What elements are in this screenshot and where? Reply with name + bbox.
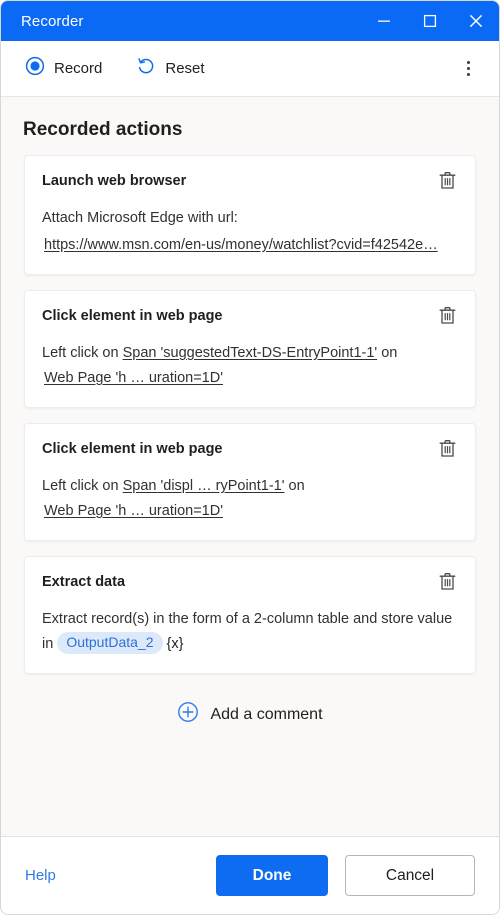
click-prefix-text: Left click on [42,345,123,361]
target-page-link[interactable]: Web Page 'h … uration=1D' [44,370,223,386]
record-button[interactable]: Record [15,50,112,87]
help-link[interactable]: Help [25,867,56,884]
add-comment-button[interactable]: Add a comment [24,689,476,732]
delete-action-button[interactable] [436,304,458,326]
card-header: Click element in web page [42,306,458,326]
card-header: Launch web browser [42,171,458,191]
click-suffix-text: on [377,345,398,361]
delete-action-button[interactable] [436,570,458,592]
action-card-click-element-1[interactable]: Click element in web page Left click on … [24,290,476,408]
card-title: Launch web browser [42,173,187,189]
trash-icon [439,439,455,457]
cancel-button[interactable]: Cancel [345,855,475,896]
variable-type-indicator: {x} [166,636,184,652]
record-label: Record [54,60,103,77]
action-card-extract-data[interactable]: Extract data Extract record(s) in the fo… [24,556,476,674]
close-icon [469,14,483,28]
done-button[interactable]: Done [216,855,328,896]
minimize-icon [378,20,390,22]
toolbar: Record Reset [1,41,499,97]
output-variable-pill[interactable]: OutputData_2 [57,632,163,654]
trash-icon [439,572,455,590]
card-header: Extract data [42,572,458,592]
plus-circle-icon [177,701,199,728]
card-description-line-1: Left click on Span 'suggestedText-DS-Ent… [42,341,458,366]
card-description-line-1: Left click on Span 'displ … ryPoint1-1' … [42,474,458,499]
recorded-actions-panel: Recorded actions Launch web browser Atta… [1,97,499,836]
card-description-line-2: Web Page 'h … uration=1D' [42,366,458,391]
add-comment-label: Add a comment [210,705,323,723]
more-options-button[interactable] [451,52,485,86]
delete-action-button[interactable] [436,437,458,459]
card-header: Click element in web page [42,439,458,459]
record-circle-icon [25,56,45,81]
maximize-button[interactable] [407,1,453,41]
trash-icon [439,171,455,189]
delete-action-button[interactable] [436,169,458,191]
card-body: Extract record(s) in the form of a 2-col… [42,607,458,657]
reset-button[interactable]: Reset [126,50,214,87]
recorder-window: Recorder Record Reset Recorded actions L… [0,0,500,915]
page-title: Recorded actions [23,119,183,140]
action-card-launch-web-browser[interactable]: Launch web browser Attach Microsoft Edge… [24,155,476,275]
trash-icon [439,306,455,324]
maximize-icon [423,14,437,28]
click-prefix-text: Left click on [42,478,123,494]
more-options-icon-dot3 [466,73,470,76]
card-body: Left click on Span 'displ … ryPoint1-1' … [42,474,458,524]
action-url-link[interactable]: https://www.msn.com/en-us/money/watchlis… [44,237,438,253]
target-page-link[interactable]: Web Page 'h … uration=1D' [44,503,223,519]
card-body: Attach Microsoft Edge with url: https://… [42,206,458,258]
title-bar: Recorder [1,1,499,41]
footer-bar: Help Done Cancel [1,836,499,914]
card-body: Left click on Span 'suggestedText-DS-Ent… [42,341,458,391]
window-title: Recorder [21,12,84,30]
action-card-list: Launch web browser Attach Microsoft Edge… [1,155,499,732]
click-suffix-text: on [284,478,305,494]
more-options-icon [466,61,470,64]
reset-label: Reset [165,60,205,77]
action-card-click-element-2[interactable]: Click element in web page Left click on … [24,423,476,541]
more-options-icon-dot2 [466,67,470,70]
card-title: Click element in web page [42,441,223,457]
card-title: Extract data [42,574,126,590]
minimize-button[interactable] [361,1,407,41]
card-description: Attach Microsoft Edge with url: [42,210,238,226]
close-button[interactable] [453,1,499,41]
target-element-link[interactable]: Span 'displ … ryPoint1-1' [123,478,285,494]
card-description-line-2: Web Page 'h … uration=1D' [42,499,458,524]
target-element-link[interactable]: Span 'suggestedText-DS-EntryPoint1-1' [123,345,378,361]
reset-arrow-icon [136,56,156,81]
card-title: Click element in web page [42,308,223,324]
